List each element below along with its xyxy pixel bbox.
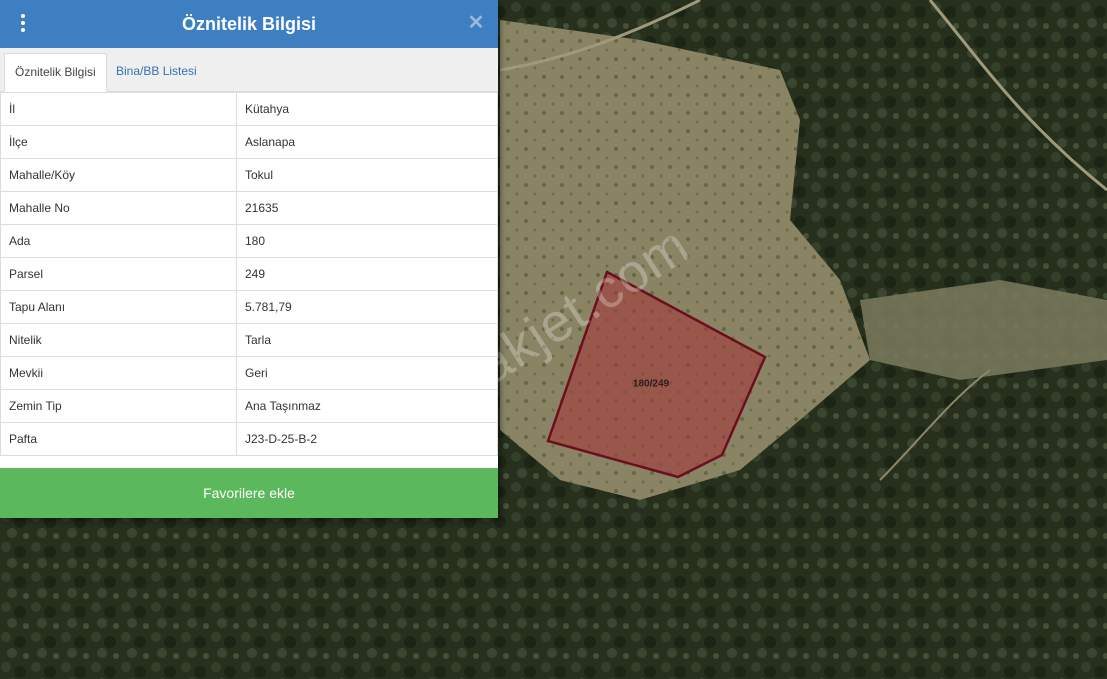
table-row: Mevkii Geri [0,356,498,390]
attribute-key: Mahalle No [0,191,237,225]
attribute-table: İl Kütahya İlçe Aslanapa Mahalle/Köy Tokul Mah… [0,92,498,456]
attribute-value: 21635 [236,191,498,225]
table-row: Ada 180 [0,224,498,258]
attribute-key: Zemin Tip [0,389,237,423]
close-icon[interactable]: ✕ [466,13,486,33]
attribute-value: J23-D-25-B-2 [236,422,498,456]
attribute-key: Mahalle/Köy [0,158,237,192]
parcel-label: 180/249 [632,378,670,390]
panel-header: Öznitelik Bilgisi ✕ [0,0,498,48]
attribute-panel: Öznitelik Bilgisi ✕ Öznitelik Bilgisi Bi… [0,0,498,518]
table-row: Parsel 249 [0,257,498,291]
attribute-value: Aslanapa [236,125,498,159]
attribute-value: Geri [236,356,498,390]
tab-bar: Öznitelik Bilgisi Bina/BB Listesi [0,48,498,92]
table-row: Nitelik Tarla [0,323,498,357]
tab-attribute-info[interactable]: Öznitelik Bilgisi [4,53,107,92]
attribute-value: Kütahya [236,92,498,126]
attribute-value: Ana Taşınmaz [236,389,498,423]
table-row: İlçe Aslanapa [0,125,498,159]
attribute-key: Tapu Alanı [0,290,237,324]
table-row: Mahalle No 21635 [0,191,498,225]
attribute-key: İl [0,92,237,126]
table-row: İl Kütahya [0,92,498,126]
tab-building-list[interactable]: Bina/BB Listesi [106,53,207,91]
table-row: Tapu Alanı 5.781,79 [0,290,498,324]
panel-title: Öznitelik Bilgisi [181,14,317,34]
attribute-value: 180 [236,224,498,258]
table-row: Pafta J23-D-25-B-2 [0,422,498,456]
attribute-key: İlçe [0,125,237,159]
attribute-key: Parsel [0,257,237,291]
table-row: Zemin Tip Ana Taşınmaz [0,389,498,423]
attribute-key: Pafta [0,422,237,456]
attribute-key: Ada [0,224,237,258]
add-to-favorites-button[interactable]: Favorilere ekle [0,468,498,518]
table-row: Mahalle/Köy Tokul [0,158,498,192]
attribute-value: 249 [236,257,498,291]
attribute-value: Tarla [236,323,498,357]
attribute-key: Nitelik [0,323,237,357]
attribute-value: Tokul [236,158,498,192]
attribute-key: Mevkii [0,356,237,390]
attribute-value: 5.781,79 [236,290,498,324]
